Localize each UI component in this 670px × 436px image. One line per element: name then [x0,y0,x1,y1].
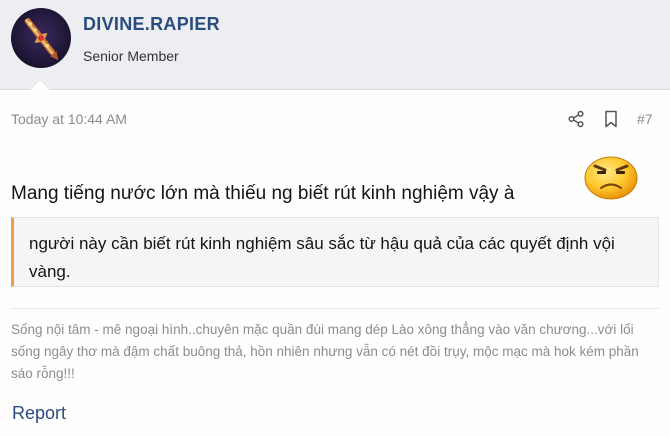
username[interactable]: DIVINE.RAPIER [83,14,220,35]
quote-text: người này cần biết rút kinh nghiệm sâu s… [29,234,615,281]
bookmark-icon[interactable] [603,110,619,128]
report-link[interactable]: Report [12,403,66,424]
header-pointer [30,80,50,90]
user-title: Senior Member [83,48,179,64]
user-signature: Sống nội tâm - mê ngoại hình..chuyên mặc… [11,308,659,385]
post-number[interactable]: #7 [637,111,653,127]
share-icon[interactable] [567,110,585,128]
post-message: Mang tiếng nước lớn mà thiếu ng biết rút… [11,183,515,204]
post-date[interactable]: Today at 10:44 AM [11,111,127,127]
post-meta: Today at 10:44 AM #7 [11,110,661,130]
annoyed-smiley-icon [583,152,639,200]
user-header: DIVINE.RAPIER Senior Member [0,0,670,90]
avatar[interactable] [11,8,71,68]
quote-block: người này cần biết rút kinh nghiệm sâu s… [11,217,659,287]
